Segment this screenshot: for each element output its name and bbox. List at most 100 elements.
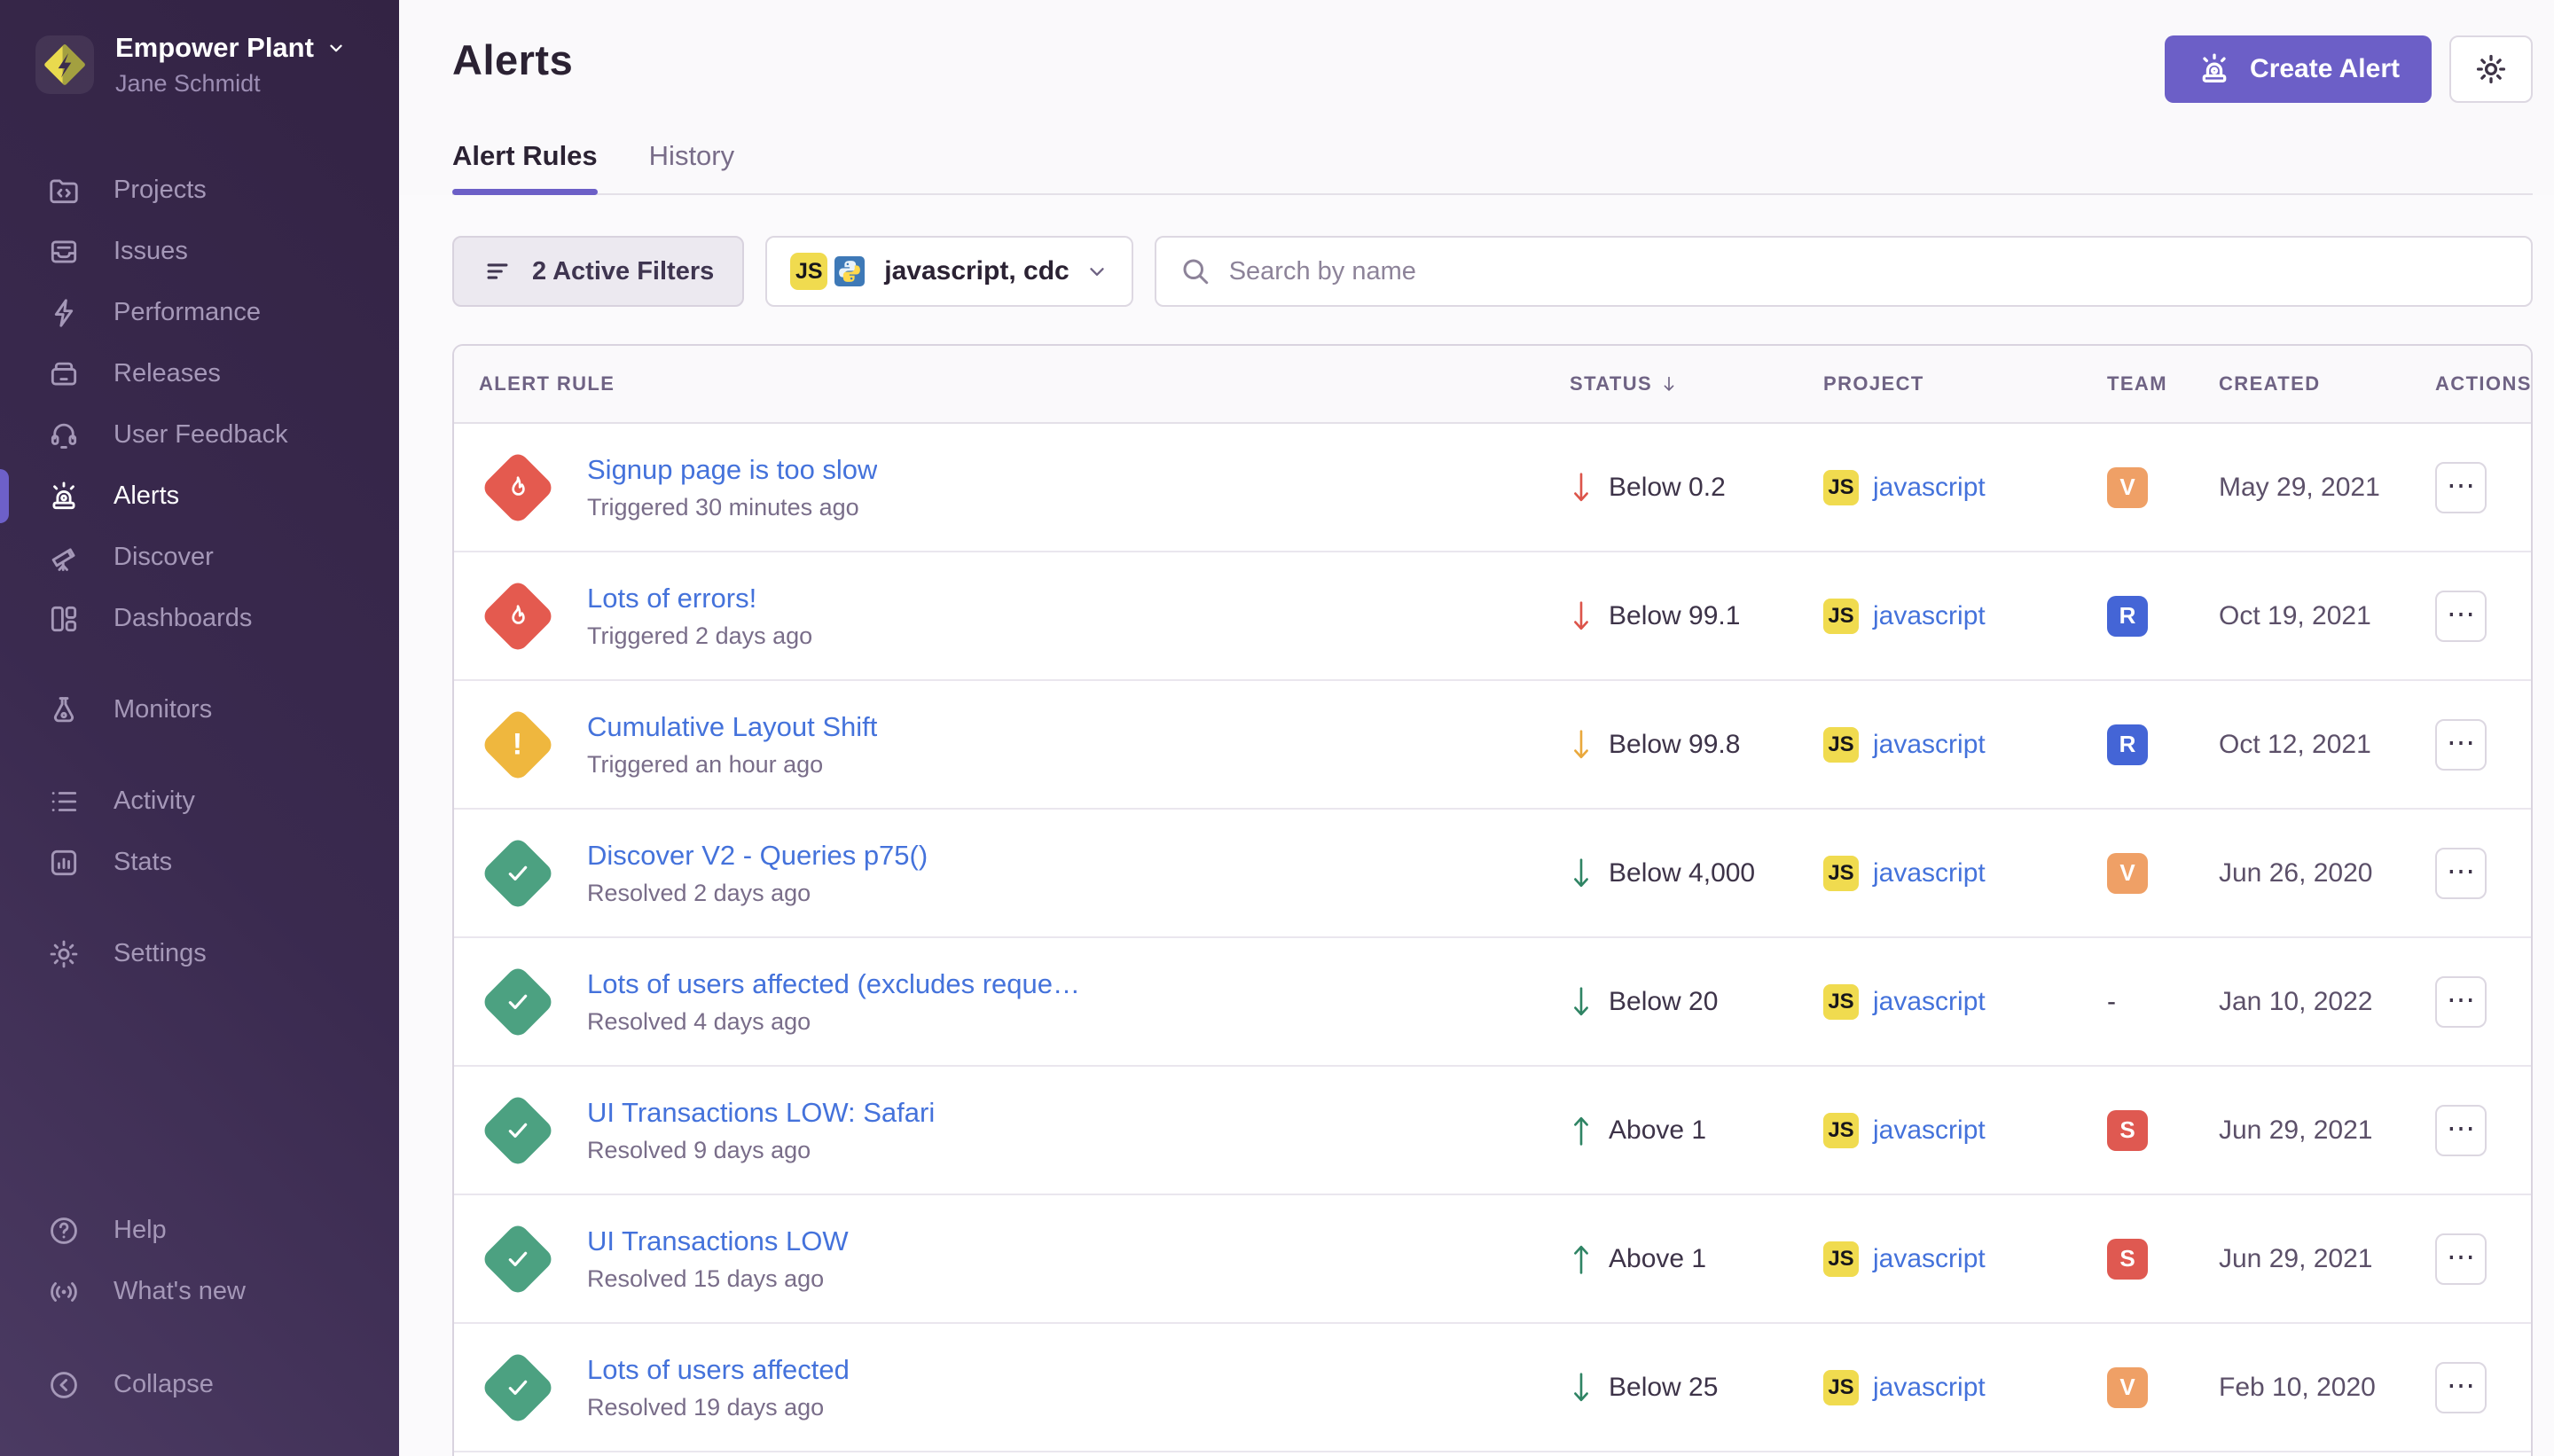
filter-icon	[482, 256, 513, 286]
project-cell: JS javascript	[1823, 1113, 2107, 1148]
row-actions-button[interactable]: ⋯	[2435, 848, 2487, 899]
org-switcher[interactable]: Empower Plant Jane Schmidt	[0, 25, 399, 105]
alert-rule-title[interactable]: Cumulative Layout Shift	[587, 711, 877, 743]
project-link[interactable]: javascript	[1873, 473, 1986, 503]
alert-rule-title[interactable]: Discover V2 - Queries p75()	[587, 840, 928, 872]
row-actions-button[interactable]: ⋯	[2435, 591, 2487, 642]
alert-rule-subtitle: Resolved 19 days ago	[587, 1394, 850, 1421]
status-cell: Above 1	[1570, 1114, 1823, 1147]
sidebar-item-projects[interactable]: Projects	[0, 160, 399, 221]
row-actions-button[interactable]: ⋯	[2435, 1362, 2487, 1413]
row-actions-button[interactable]: ⋯	[2435, 719, 2487, 771]
row-actions-button[interactable]: ⋯	[2435, 1233, 2487, 1285]
row-actions-button[interactable]: ⋯	[2435, 976, 2487, 1028]
alert-rule-title[interactable]: UI Transactions LOW: Safari	[587, 1097, 935, 1129]
project-link[interactable]: javascript	[1873, 1244, 1986, 1274]
flame-icon	[504, 602, 532, 630]
alert-rule-title[interactable]: Lots of users affected (excludes reque…	[587, 968, 1080, 1000]
alert-severity-icon	[479, 577, 557, 655]
alert-status-diamond	[481, 450, 556, 525]
alert-rule-title[interactable]: Lots of users affected	[587, 1354, 850, 1386]
table-row: Lots of errors! Triggered 2 days ago Bel…	[454, 552, 2531, 681]
alert-rule-title[interactable]: Lots of errors!	[587, 583, 812, 614]
project-link[interactable]: javascript	[1873, 601, 1986, 631]
chevron-down-icon	[326, 38, 346, 58]
tab-history[interactable]: History	[649, 140, 734, 193]
alert-rule-subtitle: Triggered 30 minutes ago	[587, 494, 877, 521]
org-name: Empower Plant	[115, 32, 346, 64]
project-link[interactable]: javascript	[1873, 1373, 1986, 1403]
status-label: Above 1	[1609, 1244, 1706, 1274]
alert-settings-button[interactable]	[2449, 35, 2533, 103]
row-actions-button[interactable]: ⋯	[2435, 462, 2487, 513]
project-link[interactable]: javascript	[1873, 730, 1986, 760]
flask-icon	[46, 693, 82, 728]
sidebar-item-collapse[interactable]: Collapse	[0, 1354, 399, 1415]
sidebar-item-issues[interactable]: Issues	[0, 221, 399, 282]
created-label: Oct 19, 2021	[2205, 601, 2417, 631]
table-row: ! Cumulative Layout Shift Triggered an h…	[454, 681, 2531, 810]
project-filter-dropdown[interactable]: JS javascript, cdc	[765, 236, 1132, 307]
app-window: Empower Plant Jane Schmidt Projects Issu…	[0, 0, 2554, 1456]
filter-row: 2 Active Filters JS javascript, cdc	[452, 236, 2533, 307]
bar-chart-icon	[46, 845, 82, 881]
chevron-left-circle-icon	[46, 1367, 82, 1403]
project-link[interactable]: javascript	[1873, 987, 1986, 1017]
sidebar-item-whats-new[interactable]: What's new	[0, 1261, 399, 1322]
project-filter-value: javascript, cdc	[884, 256, 1069, 286]
table-row: Lots of users affected Resolved 19 days …	[454, 1324, 2531, 1452]
javascript-platform-icon project-js-badge: JS	[1823, 1370, 1859, 1405]
alert-status-diamond	[481, 1350, 556, 1425]
sidebar-item-activity[interactable]: Activity	[0, 771, 399, 832]
status-label: Below 0.2	[1609, 473, 1726, 503]
sidebar-item-discover[interactable]: Discover	[0, 527, 399, 588]
table-body: Signup page is too slow Triggered 30 min…	[454, 424, 2531, 1452]
team-cell: -	[2107, 982, 2205, 1022]
status-arrow-icon	[1570, 728, 1593, 762]
alert-status-diamond	[481, 1221, 556, 1296]
team-badge: S	[2107, 1239, 2148, 1280]
table-row: Signup page is too slow Triggered 30 min…	[454, 424, 2531, 552]
created-label: May 29, 2021	[2205, 473, 2417, 503]
project-link[interactable]: javascript	[1873, 858, 1986, 888]
sidebar-item-help[interactable]: Help	[0, 1200, 399, 1261]
team-badge: V	[2107, 467, 2148, 508]
sidebar-item-alerts[interactable]: Alerts	[0, 466, 399, 527]
team-cell: S	[2107, 1239, 2205, 1280]
active-filters-button[interactable]: 2 Active Filters	[452, 236, 744, 307]
create-alert-button[interactable]: Create Alert	[2165, 35, 2432, 103]
table-row-partial	[454, 1452, 2531, 1456]
project-cell: JS javascript	[1823, 727, 2107, 763]
status-arrow-icon	[1570, 599, 1593, 633]
alert-severity-icon	[479, 449, 557, 527]
project-cell: JS javascript	[1823, 856, 2107, 891]
sidebar-item-settings[interactable]: Settings	[0, 923, 399, 984]
sidebar-item-releases[interactable]: Releases	[0, 343, 399, 404]
team-cell: R	[2107, 596, 2205, 637]
row-actions-button[interactable]: ⋯	[2435, 1105, 2487, 1156]
team-cell: V	[2107, 1367, 2205, 1408]
sidebar-item-monitors[interactable]: Monitors	[0, 679, 399, 740]
search-input[interactable]	[1229, 257, 2508, 286]
org-logo-icon	[35, 35, 94, 94]
alert-rule-title[interactable]: UI Transactions LOW	[587, 1225, 849, 1257]
alert-rule-title[interactable]: Signup page is too slow	[587, 454, 877, 486]
alert-severity-icon: !	[479, 706, 557, 784]
sidebar-item-user-feedback[interactable]: User Feedback	[0, 404, 399, 466]
table-row: Discover V2 - Queries p75() Resolved 2 d…	[454, 810, 2531, 938]
check-icon	[504, 1116, 532, 1145]
project-link[interactable]: javascript	[1873, 1115, 1986, 1146]
alert-status-diamond	[481, 1092, 556, 1168]
layout-grid-icon	[46, 601, 82, 637]
column-header-created: Created	[2205, 372, 2417, 395]
project-cell: JS javascript	[1823, 1370, 2107, 1405]
status-label: Below 20	[1609, 987, 1718, 1017]
column-header-status[interactable]: Status	[1570, 372, 1823, 395]
javascript-platform-icon project-js-badge: JS	[1823, 1241, 1859, 1277]
sidebar-item-stats[interactable]: Stats	[0, 832, 399, 893]
tab-alert-rules[interactable]: Alert Rules	[452, 140, 598, 193]
sidebar-item-dashboards[interactable]: Dashboards	[0, 588, 399, 649]
alert-rules-table: Alert Rule Status Project Team Created A…	[452, 344, 2533, 1456]
sidebar-item-performance[interactable]: Performance	[0, 282, 399, 343]
gear-icon	[2474, 52, 2508, 86]
